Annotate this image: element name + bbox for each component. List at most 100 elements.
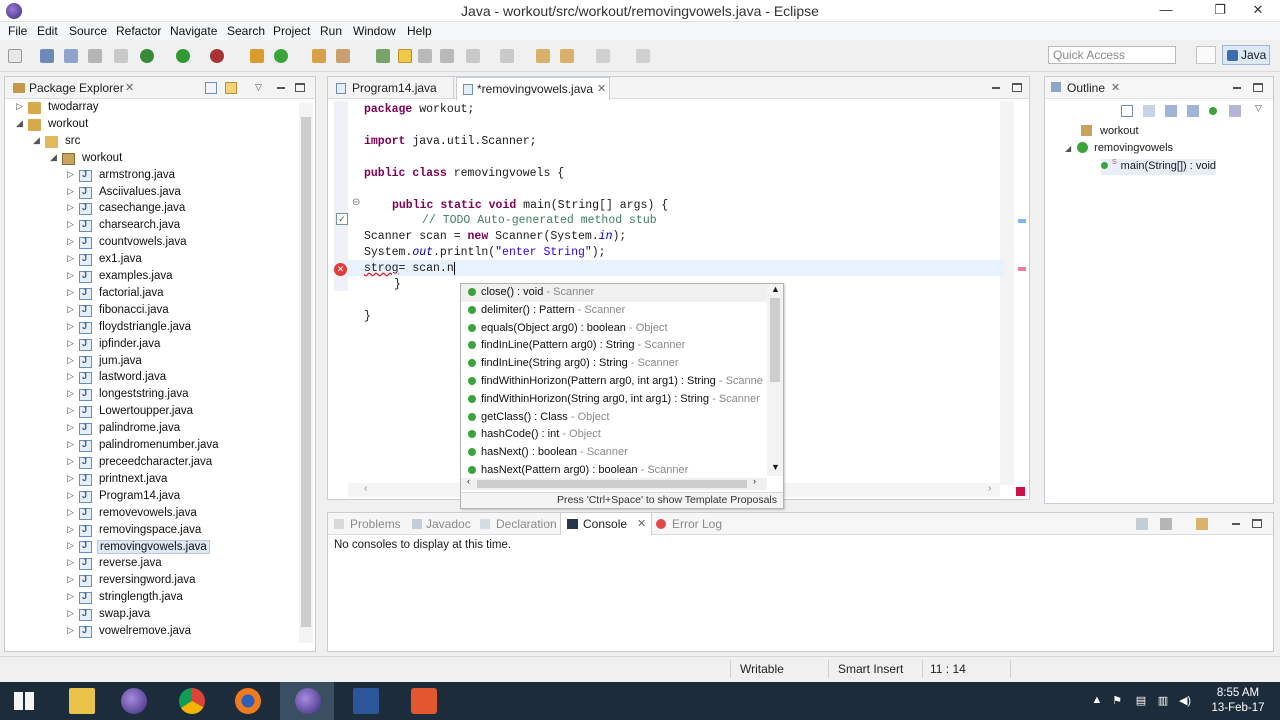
tree-file-item[interactable]: ▷ charsearch.java bbox=[67, 218, 296, 235]
tree-file-item[interactable]: ▷ preceedcharacter.java bbox=[67, 455, 296, 472]
debug-icon[interactable] bbox=[140, 49, 154, 63]
expand-arrow-icon[interactable]: ▷ bbox=[67, 338, 77, 349]
sort-icon[interactable] bbox=[1143, 105, 1155, 117]
menu-source[interactable]: Source bbox=[69, 24, 107, 38]
tray-keyboard-icon[interactable]: ▤ bbox=[1134, 694, 1148, 708]
overview-error-marker[interactable] bbox=[1018, 267, 1026, 271]
pin-editor-icon[interactable] bbox=[636, 49, 650, 63]
error-marker-icon[interactable]: ✕ bbox=[334, 263, 347, 276]
expand-arrow-icon[interactable]: ▷ bbox=[67, 371, 77, 382]
tree-file-item[interactable]: ▷ stringlength.java bbox=[67, 590, 296, 607]
previous-annotation-icon[interactable] bbox=[500, 49, 514, 63]
suggestion-item[interactable]: delimiter() : Pattern - Scanner bbox=[461, 302, 767, 320]
expand-arrow-icon[interactable]: ▷ bbox=[67, 202, 77, 213]
view-menu-icon[interactable]: ▽ bbox=[1255, 103, 1267, 115]
pin-console-icon[interactable] bbox=[1136, 518, 1148, 530]
taskbar-word[interactable] bbox=[338, 682, 392, 720]
expand-arrow-icon[interactable]: ▷ bbox=[67, 304, 77, 315]
new-icon[interactable] bbox=[8, 49, 22, 63]
tray-network-icon[interactable]: ▥ bbox=[1156, 694, 1170, 708]
hide-local-types-icon[interactable] bbox=[1229, 105, 1241, 117]
tab-program14[interactable]: Program14.java bbox=[330, 77, 454, 99]
tab-removingvowels[interactable]: *removingvowels.java ✕ bbox=[456, 77, 610, 100]
minimize-editor-icon[interactable] bbox=[990, 82, 1002, 94]
toggle-block-selection-icon[interactable] bbox=[418, 49, 432, 63]
tab-javadoc[interactable]: Javadoc bbox=[426, 517, 471, 531]
taskbar-eclipse[interactable] bbox=[106, 682, 160, 720]
menu-edit[interactable]: Edit bbox=[37, 24, 58, 38]
expand-arrow-icon[interactable]: ▷ bbox=[67, 422, 77, 433]
tree-file-item[interactable]: ▷ armstrong.java bbox=[67, 168, 296, 185]
maximize-editor-icon[interactable] bbox=[1012, 83, 1022, 92]
expand-arrow-icon[interactable]: ▷ bbox=[67, 287, 77, 298]
tree-file-item[interactable]: ▷ palindromenumber.java bbox=[67, 438, 296, 455]
maximize-icon[interactable] bbox=[1253, 83, 1263, 92]
suggestion-item[interactable]: hashCode() : int - Object bbox=[461, 426, 767, 444]
suggestion-item[interactable]: equals(Object arg0) : boolean - Object bbox=[461, 320, 767, 338]
suggestion-item[interactable]: hasNext() : boolean - Scanner bbox=[461, 444, 767, 462]
tree-file-item[interactable]: ▷ factorial.java bbox=[67, 286, 296, 303]
expand-arrow-icon[interactable]: ▷ bbox=[67, 625, 77, 636]
expand-arrow-icon[interactable]: ◢ bbox=[1065, 144, 1071, 153]
tree-project-item[interactable]: ▷ twodarray bbox=[16, 100, 266, 117]
minimize-icon[interactable] bbox=[275, 82, 287, 94]
expand-arrow-icon[interactable]: ▷ bbox=[67, 608, 77, 619]
tree-pkg-item[interactable]: ◢ workout bbox=[50, 151, 296, 168]
next-annotation-icon[interactable] bbox=[376, 49, 390, 63]
tray-chevron-icon[interactable]: ▲ bbox=[1090, 694, 1104, 708]
expand-arrow-icon[interactable]: ▷ bbox=[67, 456, 77, 467]
new-java-class-icon[interactable] bbox=[274, 49, 288, 63]
menu-refactor[interactable]: Refactor bbox=[116, 24, 161, 38]
menu-run[interactable]: Run bbox=[320, 24, 342, 38]
outline-item[interactable]: Smain(String[]) : void bbox=[1101, 159, 1217, 175]
expand-arrow-icon[interactable]: ◢ bbox=[33, 135, 43, 146]
expand-arrow-icon[interactable]: ▷ bbox=[67, 473, 77, 484]
skip-breakpoints-icon[interactable] bbox=[114, 49, 128, 63]
expand-arrow-icon[interactable]: ▷ bbox=[67, 557, 77, 568]
taskbar-eclipse-active[interactable] bbox=[280, 682, 334, 720]
package-explorer-scrollbar[interactable] bbox=[299, 103, 313, 643]
tray-volume-icon[interactable]: ◀) bbox=[1178, 694, 1192, 708]
taskbar-chrome[interactable] bbox=[164, 682, 218, 720]
tray-flag-icon[interactable]: ⚑ bbox=[1110, 694, 1124, 708]
close-window-button[interactable]: ✕ bbox=[1236, 0, 1280, 22]
menu-search[interactable]: Search bbox=[227, 24, 265, 38]
menu-navigate[interactable]: Navigate bbox=[170, 24, 217, 38]
collapse-all-icon[interactable] bbox=[205, 82, 217, 94]
taskbar-firefox[interactable] bbox=[220, 682, 274, 720]
expand-arrow-icon[interactable]: ▷ bbox=[16, 101, 26, 112]
taskbar-clock[interactable]: 8:55 AM 13-Feb-17 bbox=[1198, 686, 1278, 716]
error-summary-icon[interactable] bbox=[1016, 487, 1025, 496]
outline-item[interactable]: ◢ removingvowels bbox=[1065, 142, 1173, 158]
tree-file-item[interactable]: ▷ swap.java bbox=[67, 607, 296, 624]
tree-file-item[interactable]: ▷ removingspace.java bbox=[67, 523, 296, 540]
taskbar-recorder[interactable] bbox=[396, 682, 450, 720]
tree-file-item[interactable]: ▷ floydstriangle.java bbox=[67, 320, 296, 337]
quick-access-input[interactable]: Quick Access bbox=[1048, 46, 1176, 64]
tree-file-item[interactable]: ▷ examples.java bbox=[67, 269, 296, 286]
tree-file-item[interactable]: ▷ Program14.java bbox=[67, 489, 296, 506]
expand-arrow-icon[interactable]: ▷ bbox=[67, 439, 77, 450]
close-tab-icon[interactable]: ✕ bbox=[597, 82, 606, 95]
tree-file-item[interactable]: ▷ reversingword.java bbox=[67, 573, 296, 590]
expand-arrow-icon[interactable]: ▷ bbox=[67, 388, 77, 399]
hide-fields-icon[interactable] bbox=[1165, 105, 1177, 117]
suggestion-item[interactable]: findInLine(Pattern arg0) : String - Scan… bbox=[461, 337, 767, 355]
expand-arrow-icon[interactable]: ◢ bbox=[50, 152, 60, 163]
tab-problems[interactable]: Problems bbox=[350, 517, 401, 531]
expand-arrow-icon[interactable]: ▷ bbox=[67, 186, 77, 197]
expand-arrow-icon[interactable]: ▷ bbox=[67, 321, 77, 332]
maximize-icon[interactable] bbox=[1252, 519, 1262, 528]
tab-console[interactable]: Console ✕ bbox=[560, 513, 652, 535]
save-icon[interactable] bbox=[40, 49, 54, 63]
tree-file-item[interactable]: ▷ palindrome.java bbox=[67, 421, 296, 438]
display-console-icon[interactable] bbox=[1160, 518, 1172, 530]
tree-file-item[interactable]: ▷ longeststring.java bbox=[67, 387, 296, 404]
next-annotation-arrow-icon[interactable] bbox=[466, 49, 480, 63]
tree-file-item[interactable]: ▷ countvowels.java bbox=[67, 235, 296, 252]
forward-icon[interactable] bbox=[596, 49, 610, 63]
minimize-window-button[interactable]: — bbox=[1144, 0, 1188, 22]
menu-project[interactable]: Project bbox=[273, 24, 310, 38]
suggestion-item[interactable]: getClass() : Class - Object bbox=[461, 409, 767, 427]
tree-file-item[interactable]: ▷ jum.java bbox=[67, 354, 296, 371]
